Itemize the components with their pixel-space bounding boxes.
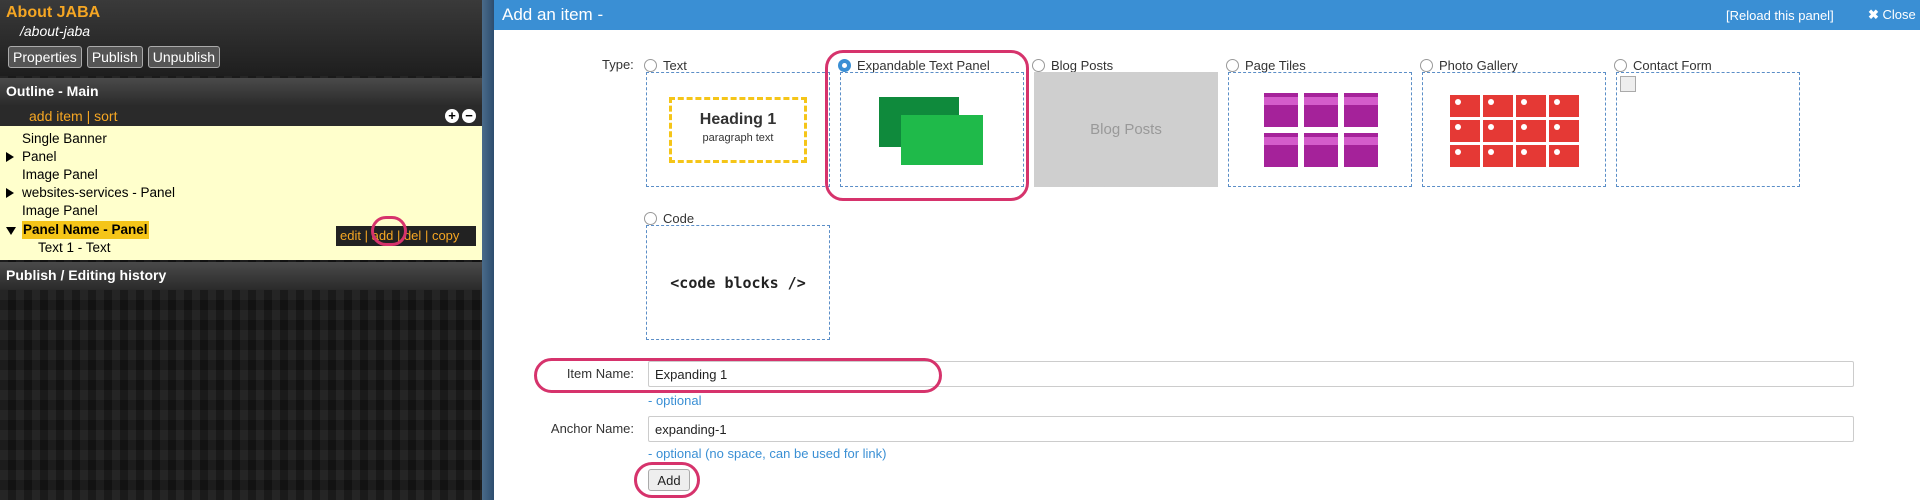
properties-button[interactable]: Properties xyxy=(8,46,82,68)
type-label-text: Text xyxy=(663,57,687,73)
type-radio-text[interactable] xyxy=(644,58,657,72)
link-separator: | xyxy=(424,228,429,243)
link-separator: | xyxy=(364,228,368,243)
type-radio-page-tiles[interactable] xyxy=(1226,58,1239,72)
blog-posts-preview-thumb[interactable]: Blog Posts xyxy=(1034,72,1218,187)
type-radio-photo-gallery[interactable] xyxy=(1420,58,1433,72)
type-label-page-tiles: Page Tiles xyxy=(1245,57,1306,73)
tiles-grid-icon xyxy=(1264,93,1378,167)
type-radio-blog-posts[interactable] xyxy=(1032,58,1045,72)
type-label-expandable: Expandable Text Panel xyxy=(857,57,990,73)
tree-item-image-panel-2[interactable]: Image Panel xyxy=(22,202,98,220)
outline-links: add item | sort xyxy=(29,108,117,124)
broken-image-icon xyxy=(1620,76,1636,92)
item-name-label: Item Name: xyxy=(566,366,634,381)
code-preview-text: <code blocks /> xyxy=(670,274,806,292)
expandable-preview-thumb[interactable] xyxy=(840,72,1024,187)
history-section-title[interactable]: Publish / Editing history xyxy=(0,262,482,290)
close-label: Close xyxy=(1882,7,1916,22)
tree-item-websites-services[interactable]: websites-services - Panel xyxy=(22,184,175,202)
item-name-input[interactable] xyxy=(648,361,1854,387)
sort-link[interactable]: sort xyxy=(94,108,117,124)
row-actions: edit | add | del | copy xyxy=(336,226,476,246)
anchor-name-hint: - optional (no space, can be used for li… xyxy=(648,446,887,461)
tree-item-panel-name-selected[interactable]: Panel Name - Panel xyxy=(22,221,149,239)
contact-form-preview-thumb[interactable] xyxy=(1616,72,1800,187)
close-icon: ✖ xyxy=(1868,7,1879,22)
tree-item-text-1[interactable]: Text 1 - Text xyxy=(38,239,111,257)
collapse-all-icon[interactable]: − xyxy=(462,109,476,123)
publish-button[interactable]: Publish xyxy=(86,46,143,68)
expand-all-icon[interactable]: + xyxy=(445,109,459,123)
tree-item-single-banner[interactable]: Single Banner xyxy=(22,130,107,148)
page-title: About JABA xyxy=(6,4,101,21)
item-name-hint: - optional xyxy=(648,393,702,408)
expand-arrow-icon[interactable] xyxy=(6,188,14,198)
dialog-title: Add an item - xyxy=(502,5,604,24)
anchor-name-label: Anchor Name: xyxy=(550,421,634,436)
reload-panel-link[interactable]: [Reload this panel] xyxy=(1726,8,1834,23)
code-preview-thumb[interactable]: <code blocks /> xyxy=(646,225,830,340)
type-label-code: Code xyxy=(663,210,695,226)
outline-toolbar: add item | sort + − xyxy=(0,106,482,126)
tree-item-image-panel[interactable]: Image Panel xyxy=(22,166,98,184)
gallery-grid-icon xyxy=(1450,95,1579,167)
preview-paragraph: paragraph text xyxy=(702,132,774,144)
page-tiles-preview-thumb[interactable] xyxy=(1228,72,1412,187)
expand-arrow-icon[interactable] xyxy=(6,152,14,162)
link-separator: | xyxy=(396,228,401,243)
panel-divider[interactable] xyxy=(482,0,494,500)
editor-sidebar: About JABA /about-jaba Properties Publis… xyxy=(0,0,482,500)
page-actions: Properties Publish Unpublish xyxy=(8,46,220,68)
close-button[interactable]: ✖ Close xyxy=(1868,7,1916,23)
collapse-arrow-icon[interactable] xyxy=(6,227,16,235)
del-link[interactable]: del xyxy=(404,228,421,243)
type-label-blog-posts: Blog Posts xyxy=(1051,57,1114,73)
outline-tree: Single Banner Panel Image Panel websites… xyxy=(0,126,482,260)
type-radio-code[interactable] xyxy=(644,211,657,225)
outline-section-title: Outline - Main xyxy=(0,78,482,106)
type-label-photo-gallery: Photo Gallery xyxy=(1439,57,1518,73)
type-label: Type: xyxy=(602,57,634,72)
blog-posts-preview-text: Blog Posts xyxy=(1090,121,1162,138)
edit-link[interactable]: edit xyxy=(340,228,361,243)
add-button[interactable]: Add xyxy=(648,469,690,491)
heading-preview-box: Heading 1 paragraph text xyxy=(669,97,807,163)
preview-heading: Heading 1 xyxy=(699,111,777,128)
copy-link[interactable]: copy xyxy=(432,228,459,243)
type-radio-contact-form[interactable] xyxy=(1614,58,1627,72)
type-radio-expandable[interactable] xyxy=(838,58,851,72)
add-item-link[interactable]: add item xyxy=(29,108,83,124)
type-label-contact-form: Contact Form xyxy=(1633,57,1712,73)
page-header: About JABA /about-jaba Properties Publis… xyxy=(0,0,482,76)
add-link[interactable]: add xyxy=(372,228,394,243)
unpublish-button[interactable]: Unpublish xyxy=(147,46,220,68)
page-path: /about-jaba xyxy=(20,23,91,39)
panel-front-shape xyxy=(901,115,983,165)
text-preview-thumb[interactable]: Heading 1 paragraph text xyxy=(646,72,830,187)
add-item-dialog: Add an item - [Reload this panel] ✖ Clos… xyxy=(494,0,1920,500)
anchor-name-input[interactable] xyxy=(648,416,1854,442)
link-separator: | xyxy=(86,108,91,124)
tree-item-panel[interactable]: Panel xyxy=(22,148,57,166)
photo-gallery-preview-thumb[interactable] xyxy=(1422,72,1606,187)
dialog-header: Add an item - [Reload this panel] ✖ Clos… xyxy=(494,0,1920,30)
